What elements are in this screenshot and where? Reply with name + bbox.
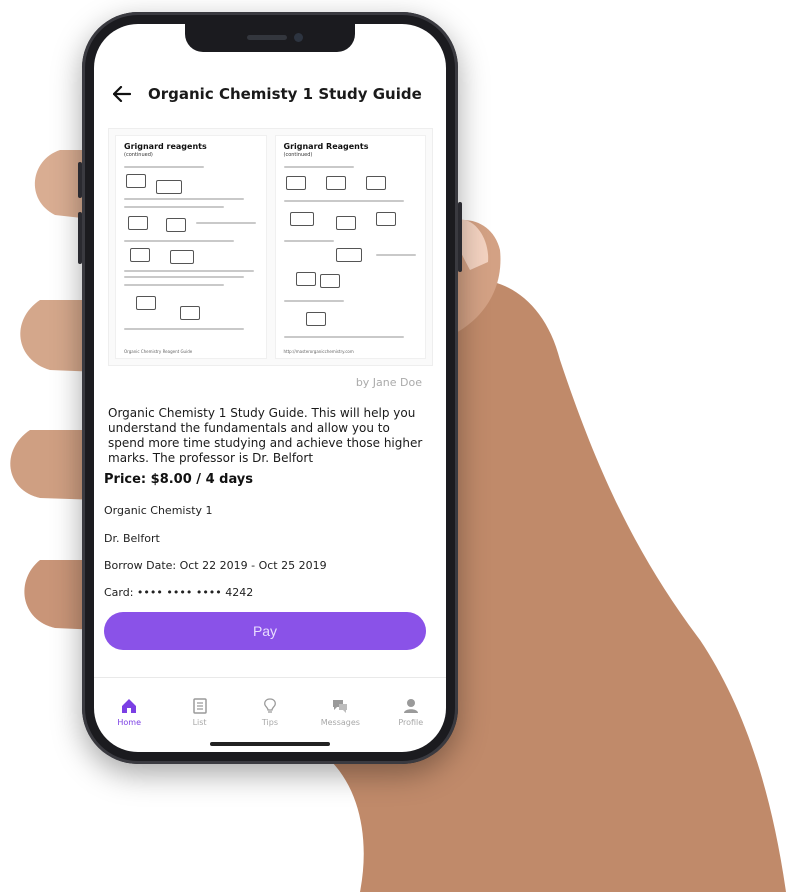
preview-page-right: Grignard Reagents (continued) http://mas <box>274 135 426 359</box>
bottom-tab-bar: Home List Tips Messages Profile <box>94 697 446 741</box>
author-label: by Jane Doe <box>355 376 422 389</box>
tab-list[interactable]: List <box>170 697 230 741</box>
list-icon <box>191 697 209 715</box>
tab-list-label: List <box>192 718 207 727</box>
profile-icon <box>402 697 420 715</box>
preview-right-title: Grignard Reagents <box>283 142 369 151</box>
tab-profile[interactable]: Profile <box>381 697 441 741</box>
preview-left-footer: Organic Chemistry Reagent Guide <box>124 349 193 354</box>
tab-tips[interactable]: Tips <box>240 697 300 741</box>
pay-button[interactable]: Pay <box>104 612 426 650</box>
home-indicator <box>210 742 330 746</box>
app-screen: Organic Chemisty 1 Study Guide Grignard … <box>94 24 446 752</box>
price-label: Price: $8.00 / 4 days <box>104 472 254 487</box>
phone-frame: Organic Chemisty 1 Study Guide Grignard … <box>78 12 462 764</box>
tab-messages-label: Messages <box>320 718 360 727</box>
professor-label: Dr. Belfort <box>104 532 160 545</box>
notch <box>185 24 355 52</box>
tab-home-label: Home <box>117 718 141 727</box>
back-arrow-icon[interactable] <box>104 76 140 112</box>
borrow-date-label: Borrow Date: Oct 22 2019 - Oct 25 2019 <box>104 559 327 572</box>
home-icon <box>120 697 138 715</box>
lightbulb-icon <box>261 697 279 715</box>
document-preview[interactable]: Grignard reagents (continued) Organic Ch… <box>108 128 433 366</box>
messages-icon <box>331 697 349 715</box>
tab-messages[interactable]: Messages <box>310 697 370 741</box>
speaker <box>247 35 287 40</box>
top-bar: Organic Chemisty 1 Study Guide <box>94 76 446 112</box>
preview-left-subtitle: (continued) <box>124 152 153 158</box>
tab-home[interactable]: Home <box>99 697 159 741</box>
preview-right-subtitle: (continued) <box>283 152 313 158</box>
preview-left-title: Grignard reagents <box>124 142 207 151</box>
tab-profile-label: Profile <box>398 718 424 727</box>
preview-right-footer: http://masterorganicchemistry.com <box>283 349 354 354</box>
tab-tips-label: Tips <box>261 718 279 727</box>
camera <box>294 33 303 42</box>
preview-page-left: Grignard reagents (continued) Organic Ch… <box>115 135 267 359</box>
divider <box>94 677 446 678</box>
course-label: Organic Chemisty 1 <box>104 504 213 517</box>
card-label: Card: •••• •••• •••• 4242 <box>104 586 254 599</box>
page-title: Organic Chemisty 1 Study Guide <box>148 85 422 103</box>
description-text: Organic Chemisty 1 Study Guide. This wil… <box>108 406 423 465</box>
